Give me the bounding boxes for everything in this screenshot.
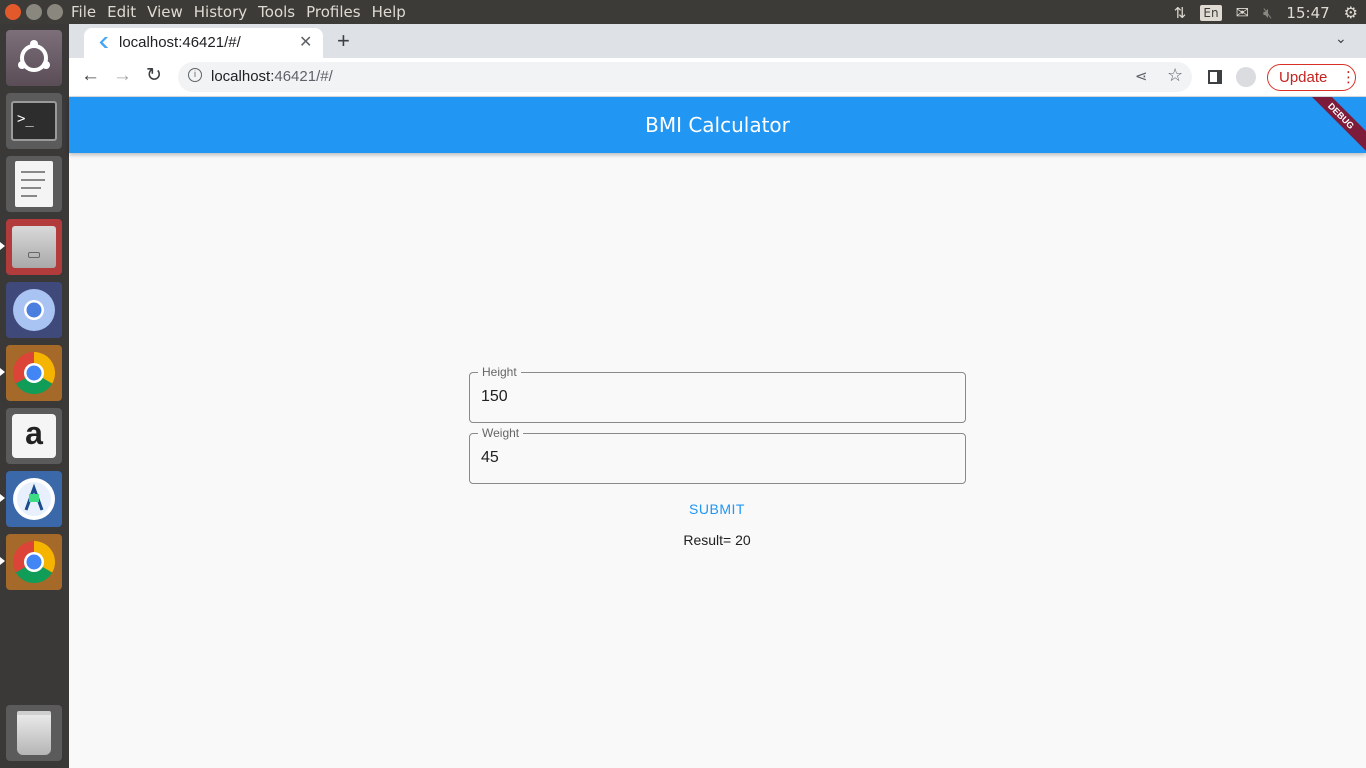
- minimize-window-button[interactable]: [26, 4, 42, 20]
- network-transfer-icon[interactable]: ⇅: [1174, 4, 1187, 22]
- android-studio-icon[interactable]: [6, 471, 62, 527]
- close-tab-icon[interactable]: ✕: [299, 32, 312, 52]
- menu-profiles[interactable]: Profiles: [306, 3, 360, 21]
- running-indicator: [0, 557, 5, 565]
- height-input[interactable]: 150: [481, 388, 508, 406]
- reload-icon[interactable]: ↻: [146, 64, 162, 87]
- bookmark-star-icon[interactable]: ☆: [1167, 65, 1183, 86]
- share-icon[interactable]: ⋖: [1135, 67, 1148, 85]
- back-arrow-icon[interactable]: ←: [81, 65, 100, 87]
- height-field[interactable]: Height 150: [469, 365, 966, 423]
- weight-label: Weight: [478, 426, 524, 440]
- running-indicator: [0, 368, 5, 376]
- menu-file[interactable]: File: [71, 3, 96, 21]
- settings-gear-icon[interactable]: ⚙: [1344, 3, 1358, 22]
- terminal-icon[interactable]: >_: [6, 93, 62, 149]
- system-tray: ⇅ En ✉ 🔇︎ 15:47 ⚙: [1174, 3, 1358, 22]
- tab-search-chevron-icon[interactable]: ⌄: [1335, 30, 1347, 47]
- weight-field[interactable]: Weight 45: [469, 426, 966, 484]
- menu-tools[interactable]: Tools: [258, 3, 295, 21]
- side-panel-icon[interactable]: [1208, 70, 1222, 84]
- new-tab-button[interactable]: +: [337, 28, 350, 54]
- url-path: 46421/#/: [274, 68, 333, 85]
- ubuntu-dash-icon[interactable]: [6, 30, 62, 86]
- app-bar: BMI Calculator DEBUG: [69, 97, 1366, 153]
- address-bar[interactable]: i localhost:46421/#/ ⋖ ☆: [178, 62, 1192, 92]
- result-text: Result= 20: [683, 532, 751, 548]
- chrome-icon[interactable]: [6, 534, 62, 590]
- menu-help[interactable]: Help: [372, 3, 406, 21]
- submit-button[interactable]: SUBMIT: [669, 496, 765, 522]
- page-title: BMI Calculator: [645, 113, 790, 137]
- menu-history[interactable]: History: [194, 3, 247, 21]
- system-top-bar: File Edit View History Tools Profiles He…: [0, 0, 1366, 24]
- browser-tab-strip: localhost:46421/#/ ✕ + ⌄: [69, 24, 1366, 58]
- keyboard-language-indicator[interactable]: En: [1200, 4, 1222, 21]
- update-label: Update: [1279, 69, 1328, 86]
- forward-arrow-icon[interactable]: →: [113, 65, 132, 87]
- menu-view[interactable]: View: [147, 3, 183, 21]
- height-label: Height: [478, 365, 521, 379]
- trash-icon[interactable]: [6, 705, 62, 761]
- running-indicator: [0, 494, 5, 502]
- running-indicator: [0, 242, 5, 250]
- browser-toolbar: ← → ↻ i localhost:46421/#/ ⋖ ☆ Update ⋮: [69, 58, 1366, 97]
- menu-edit[interactable]: Edit: [107, 3, 136, 21]
- more-options-icon[interactable]: ⋮: [1341, 68, 1356, 86]
- browser-tab[interactable]: localhost:46421/#/ ✕: [84, 28, 323, 58]
- flutter-favicon-icon: [99, 37, 108, 48]
- ubuntu-launcher: >_ a: [0, 24, 69, 768]
- chrome-icon[interactable]: [6, 345, 62, 401]
- maximize-window-button[interactable]: [47, 4, 63, 20]
- close-window-button[interactable]: [5, 4, 21, 20]
- volume-muted-icon[interactable]: 🔇︎: [1263, 4, 1272, 22]
- text-editor-icon[interactable]: [6, 156, 62, 212]
- app-menu: File Edit View History Tools Profiles He…: [71, 3, 417, 21]
- clock[interactable]: 15:47: [1286, 4, 1329, 22]
- weight-input[interactable]: 45: [481, 449, 499, 467]
- files-icon[interactable]: [6, 219, 62, 275]
- tab-title: localhost:46421/#/: [119, 34, 241, 51]
- url-host: localhost:: [211, 68, 275, 85]
- chromium-icon[interactable]: [6, 282, 62, 338]
- profile-avatar-icon[interactable]: [1236, 67, 1256, 87]
- mail-icon[interactable]: ✉: [1236, 3, 1249, 22]
- site-info-icon[interactable]: i: [188, 68, 202, 82]
- update-button[interactable]: Update ⋮: [1267, 64, 1356, 91]
- url-text: localhost:46421/#/: [211, 68, 333, 85]
- amazon-icon[interactable]: a: [6, 408, 62, 464]
